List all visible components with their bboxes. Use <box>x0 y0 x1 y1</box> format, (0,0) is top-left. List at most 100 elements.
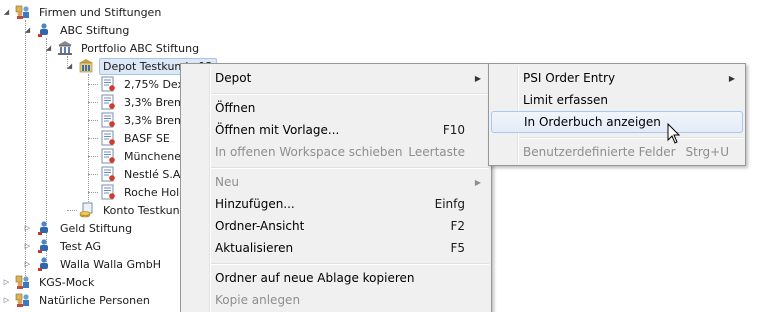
menu-item-ordner-kopieren[interactable]: Ordner auf neue Ablage kopieren <box>183 267 489 289</box>
security-document-icon <box>100 94 116 110</box>
depot-bank-icon <box>78 58 94 74</box>
expand-icon[interactable]: ▷ <box>23 260 32 269</box>
menu-item-label: PSI Order Entry <box>523 71 616 85</box>
tree-node-security[interactable]: 3,3% Brem. <box>100 93 191 111</box>
tree-node-abc-stiftung[interactable]: ◢ ABC Stiftung <box>23 21 132 39</box>
portfolio-building-icon <box>57 40 73 56</box>
tree-node-kgs-mock[interactable]: ▷ KGS-Mock <box>2 273 97 291</box>
menu-item-hinzufuegen[interactable]: Hinzufügen... Einfg <box>183 193 489 215</box>
menu-item-limit-erfassen[interactable]: Limit erfassen <box>491 89 743 111</box>
tree-node-label: Münchener <box>124 149 186 163</box>
tree-node-konto-testkunde[interactable]: Konto Testkunde <box>79 201 196 219</box>
tree-node-portfolio-abc-stiftung[interactable]: ◢ Portfolio ABC Stiftung <box>44 39 202 57</box>
menu-item-label: Neu <box>215 175 239 189</box>
tree-node-label: Natürliche Personen <box>39 293 150 307</box>
menu-item-workspace-schieben: In offenen Workspace schieben Leertaste <box>183 141 489 163</box>
menu-shortcut: F2 <box>450 219 465 233</box>
collapse-icon[interactable]: ◢ <box>2 8 11 17</box>
security-document-icon <box>100 166 116 182</box>
menu-item-in-orderbuch-anzeigen[interactable]: In Orderbuch anzeigen <box>491 111 743 133</box>
account-coins-icon <box>79 202 95 218</box>
submenu-arrow-icon: ▶ <box>474 177 481 187</box>
menu-item-label: Kopie anlegen <box>215 293 301 307</box>
mouse-pointer-icon <box>667 123 681 144</box>
expand-icon[interactable]: ▷ <box>23 224 32 233</box>
tree-connector <box>67 210 77 211</box>
group-people-icon <box>15 274 31 290</box>
menu-shortcut: F5 <box>450 241 465 255</box>
collapse-icon[interactable]: ◢ <box>65 62 74 71</box>
menu-item-ordner-ansicht[interactable]: Ordner-Ansicht F2 <box>183 215 489 237</box>
menu-item-label: In offenen Workspace schieben <box>215 145 403 159</box>
menu-item-psi-order-entry[interactable]: PSI Order Entry ▶ <box>491 67 743 89</box>
tree-node-label: KGS-Mock <box>39 275 95 289</box>
menu-item-label: Öffnen mit Vorlage... <box>215 123 340 137</box>
security-document-icon <box>100 148 116 164</box>
security-document-icon <box>100 76 116 92</box>
context-menu: Depot ▶ Öffnen Öffnen mit Vorlage... F10… <box>180 63 492 312</box>
menu-item-label: Hinzufügen... <box>215 197 295 211</box>
menu-item-label: Ordner-Ansicht <box>215 219 305 233</box>
menu-item-kopie-anlegen: Kopie anlegen <box>183 289 489 311</box>
security-document-icon <box>100 184 116 200</box>
security-document-icon <box>100 130 116 146</box>
collapse-icon[interactable]: ◢ <box>23 26 32 35</box>
menu-shortcut: Strg+U <box>685 145 730 159</box>
tree-node-security[interactable]: Roche Holdi <box>100 183 192 201</box>
security-document-icon <box>100 112 116 128</box>
depot-submenu: PSI Order Entry ▶ Limit erfassen In Orde… <box>488 63 746 166</box>
foundation-person-icon <box>36 238 52 254</box>
tree-node-label: ABC Stiftung <box>60 23 130 37</box>
menu-shortcut: Leertaste <box>408 145 465 159</box>
tree-node-label: Nestlé S.A. <box>124 167 184 181</box>
tree-node-security[interactable]: BASF SE <box>100 129 173 147</box>
menu-item-depot[interactable]: Depot ▶ <box>183 67 489 89</box>
group-people-icon <box>15 4 31 20</box>
tree-connector <box>88 74 89 210</box>
tree-connector <box>88 138 98 139</box>
tree-connector <box>88 120 98 121</box>
menu-item-benutzerdefinierte-felder: Benutzerdefinierte Felder Strg+U <box>491 141 743 163</box>
menu-item-label: Benutzerdefinierte Felder <box>523 145 676 159</box>
tree-node-security[interactable]: 3,3% Brem. <box>100 111 191 129</box>
menu-item-label: In Orderbuch anzeigen <box>524 115 661 129</box>
tree-node-label: Walla Walla GmbH <box>60 257 162 271</box>
expand-icon[interactable]: ▷ <box>2 296 11 305</box>
menu-item-label: Aktualisieren <box>215 241 294 255</box>
tree-node-label: Geld Stiftung <box>60 221 133 235</box>
tree-node-label: Portfolio ABC Stiftung <box>81 41 200 55</box>
tree-node-security[interactable]: 2,75% Dex <box>100 75 187 93</box>
group-people-icon <box>15 292 31 308</box>
tree-node-firmen-und-stiftungen[interactable]: ◢ Firmen und Stiftungen <box>2 3 164 21</box>
submenu-arrow-icon: ▶ <box>474 73 481 83</box>
menu-item-oeffnen-mit-vorlage[interactable]: Öffnen mit Vorlage... F10 <box>183 119 489 141</box>
menu-separator <box>519 137 743 139</box>
tree-node-label: Firmen und Stiftungen <box>39 5 162 19</box>
menu-item-oeffnen[interactable]: Öffnen <box>183 97 489 119</box>
foundation-person-icon <box>36 256 52 272</box>
tree-connector <box>88 102 98 103</box>
tree-node-security[interactable]: Münchener <box>100 147 188 165</box>
tree-node-walla-walla-gmbh[interactable]: ▷ Walla Walla GmbH <box>23 255 164 273</box>
tree-node-natuerliche-personen[interactable]: ▷ Natürliche Personen <box>2 291 153 309</box>
tree-connector <box>88 156 98 157</box>
menu-item-label: Öffnen <box>215 101 256 115</box>
foundation-person-icon <box>36 220 52 236</box>
menu-separator <box>211 263 489 265</box>
expand-icon[interactable]: ▷ <box>23 242 32 251</box>
submenu-arrow-icon: ▶ <box>728 73 735 83</box>
tree-connector <box>88 192 98 193</box>
collapse-icon[interactable]: ◢ <box>44 44 53 53</box>
menu-item-aktualisieren[interactable]: Aktualisieren F5 <box>183 237 489 259</box>
tree-node-test-ag[interactable]: ▷ Test AG <box>23 237 104 255</box>
menu-item-neu: Neu ▶ <box>183 171 489 193</box>
menu-shortcut: Einfg <box>434 197 465 211</box>
tree-node-geld-stiftung[interactable]: ▷ Geld Stiftung <box>23 219 135 237</box>
tree-connector <box>88 84 98 85</box>
foundation-person-icon <box>36 22 52 38</box>
tree-node-label: BASF SE <box>124 131 170 145</box>
menu-item-label: Limit erfassen <box>523 93 608 107</box>
menu-shortcut: F10 <box>442 123 465 137</box>
tree-node-security[interactable]: Nestlé S.A. <box>100 165 187 183</box>
expand-icon[interactable]: ▷ <box>2 278 11 287</box>
